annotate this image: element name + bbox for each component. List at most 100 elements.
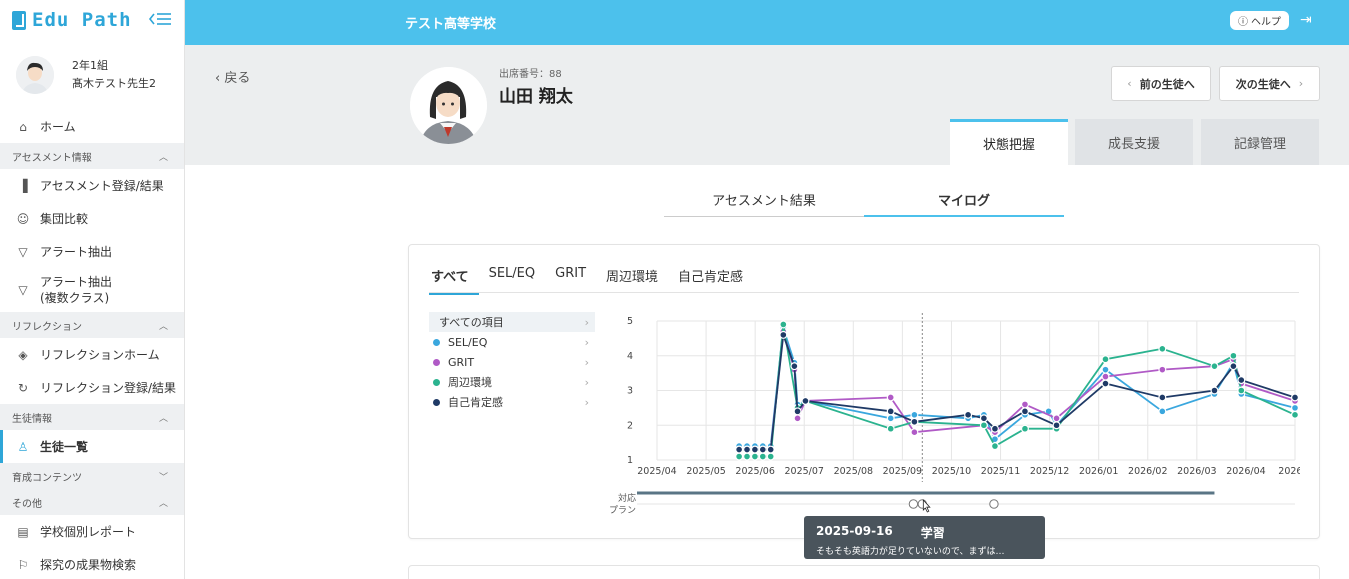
x-tick-label: 2025/08 xyxy=(834,466,873,477)
x-tick-label: 2026/02 xyxy=(1128,466,1167,477)
data-point xyxy=(990,424,999,433)
data-point xyxy=(1158,365,1167,374)
help-button[interactable]: ⓘ ヘルプ xyxy=(1230,11,1289,30)
tab-category-all[interactable]: すべて xyxy=(429,266,479,295)
sidebar-section-other[interactable]: その他 ︿ xyxy=(0,489,184,515)
sidebar-item-label: アラート抽出 xyxy=(40,245,113,259)
legend-item-grit[interactable]: GRIT › xyxy=(429,352,595,372)
tab-category-self-esteem[interactable]: 自己肯定感 xyxy=(668,266,753,295)
sidebar-section-reflection[interactable]: リフレクション ︿ xyxy=(0,312,184,338)
sidebar-item-sublabel: (複数クラス) xyxy=(40,291,110,305)
chevron-right-icon: › xyxy=(584,375,589,389)
legend-item-all[interactable]: すべての項目 › xyxy=(429,312,595,332)
data-point xyxy=(735,445,744,454)
data-point xyxy=(886,393,895,402)
legend-label: SEL/EQ xyxy=(448,335,488,349)
chevron-down-icon: ﹀ xyxy=(158,472,168,483)
sidebar-section-growth[interactable]: 育成コンテンツ ﹀ xyxy=(0,463,184,489)
legend-label: すべての項目 xyxy=(439,316,504,329)
y-tick-label: 4 xyxy=(627,351,633,362)
sidebar-item-home[interactable]: ⌂ ホーム xyxy=(0,110,184,143)
sidebar-item-reflection-register[interactable]: ↻ リフレクション登録/結果 xyxy=(0,371,184,404)
tab-growth-support[interactable]: 成長支援 xyxy=(1075,119,1193,165)
tab-record-management[interactable]: 記録管理 xyxy=(1201,119,1319,165)
sidebar-item-label: 学校個別レポート xyxy=(40,525,137,539)
flag-icon: ⚐ xyxy=(17,557,29,572)
x-tick-label: 2025/06 xyxy=(735,466,774,477)
tab-assessment-results[interactable]: アセスメント結果 xyxy=(664,188,864,217)
sidebar-item-school-report[interactable]: ▤ 学校個別レポート xyxy=(0,515,184,548)
tab-category-environment[interactable]: 周辺環境 xyxy=(596,266,668,295)
sidebar-section-assessment[interactable]: アセスメント情報 ︿ xyxy=(0,143,184,169)
data-point xyxy=(1020,400,1029,409)
user-icon: ♙ xyxy=(17,439,29,454)
sidebar-collapse-icon[interactable] xyxy=(148,11,172,27)
data-point xyxy=(1158,344,1167,353)
prev-student-label: 前の生徒へ xyxy=(1139,77,1195,91)
tab-status[interactable]: 状態把握 xyxy=(950,119,1068,165)
home-icon: ⌂ xyxy=(19,119,27,134)
x-tick-label: 2025/12 xyxy=(1030,466,1069,477)
sidebar-item-reflection-home[interactable]: ◈ リフレクションホーム xyxy=(0,338,184,371)
logo-mark-icon xyxy=(12,10,26,30)
data-point xyxy=(1237,376,1246,385)
y-tick-label: 2 xyxy=(627,420,633,431)
sidebar-item-label: 生徒一覧 xyxy=(40,440,89,454)
logout-icon[interactable]: ⇥ xyxy=(1300,12,1312,28)
user-profile: 2年1組 髙木テスト先生2 xyxy=(0,40,184,110)
legend-item-self-esteem[interactable]: 自己肯定感 › xyxy=(429,392,595,412)
tab-mylog[interactable]: マイログ xyxy=(864,188,1064,217)
sidebar-item-alert-multi[interactable]: ▽ アラート抽出 (複数クラス) xyxy=(0,268,184,312)
data-point xyxy=(766,445,775,454)
plan-label: 対応 xyxy=(618,492,636,504)
layers-icon: ◈ xyxy=(18,347,28,362)
x-tick-label: 2025/09 xyxy=(883,466,922,477)
x-tick-label: 2025/10 xyxy=(932,466,971,477)
data-point xyxy=(750,445,759,454)
data-point xyxy=(1290,403,1299,412)
y-tick-label: 3 xyxy=(627,386,633,397)
x-tick-label: 2025/05 xyxy=(686,466,725,477)
sidebar-section-student[interactable]: 生徒情報 ︿ xyxy=(0,404,184,430)
data-point xyxy=(1101,365,1110,374)
logo-text: Edu Path xyxy=(32,9,132,31)
chevron-right-icon: › xyxy=(584,335,589,349)
chevron-left-icon: ‹ xyxy=(215,71,225,86)
x-tick-label: 2026/01 xyxy=(1079,466,1118,477)
sidebar-item-search-works[interactable]: ⚐ 探究の成果物検索 xyxy=(0,548,184,579)
tooltip-text: そもそも英語力が足りていないので、まずは… xyxy=(816,547,1005,557)
sidebar-item-group-compare[interactable]: ☺ 集団比較 xyxy=(0,202,184,235)
help-label: ヘルプ xyxy=(1251,17,1281,28)
data-point xyxy=(886,424,895,433)
data-point xyxy=(1237,386,1246,395)
chevron-right-icon: › xyxy=(1298,77,1304,90)
back-link[interactable]: ‹ 戻る xyxy=(215,67,250,86)
tab-category-grit[interactable]: GRIT xyxy=(545,266,596,295)
tab-category-sel-eq[interactable]: SEL/EQ xyxy=(479,266,546,295)
mylog-line-chart[interactable]: 2025/04 2025/05 2025/06 2025/07 2025/08 2025/… xyxy=(600,312,1300,517)
category-tabs: すべて SEL/EQ GRIT 周辺環境 自己肯定感 xyxy=(429,266,753,295)
prev-student-button[interactable]: ‹ 前の生徒へ xyxy=(1111,66,1211,101)
data-point xyxy=(1229,351,1238,360)
sidebar-section-label: 生徒情報 xyxy=(12,413,52,425)
chevron-up-icon: ︿ xyxy=(158,152,168,163)
sidebar: Edu Path 2年1組 髙木テスト先生2 ⌂ ホーム アセスメント情報 ︿ xyxy=(0,0,185,579)
next-card xyxy=(408,565,1320,579)
data-point xyxy=(1020,424,1029,433)
legend-item-environment[interactable]: 周辺環境 › xyxy=(429,372,595,392)
sidebar-item-student-list[interactable]: ♙ 生徒一覧 xyxy=(0,430,184,463)
data-point xyxy=(1158,393,1167,402)
sidebar-item-assessment-register[interactable]: ▐ アセスメント登録/結果 xyxy=(0,169,184,202)
next-student-button[interactable]: 次の生徒へ › xyxy=(1219,66,1320,101)
legend-item-sel-eq[interactable]: SEL/EQ › xyxy=(429,332,595,352)
data-point xyxy=(1101,379,1110,388)
y-tick-label: 5 xyxy=(627,316,633,327)
legend-dot xyxy=(433,358,440,366)
sidebar-item-alert[interactable]: ▽ アラート抽出 xyxy=(0,235,184,268)
data-point xyxy=(735,452,744,461)
user-teacher-name: 髙木テスト先生2 xyxy=(72,77,156,90)
x-tick-label: 2025/07 xyxy=(784,466,823,477)
back-label: 戻る xyxy=(224,71,251,86)
legend-label: GRIT xyxy=(448,355,475,369)
category-divider xyxy=(429,292,1299,293)
